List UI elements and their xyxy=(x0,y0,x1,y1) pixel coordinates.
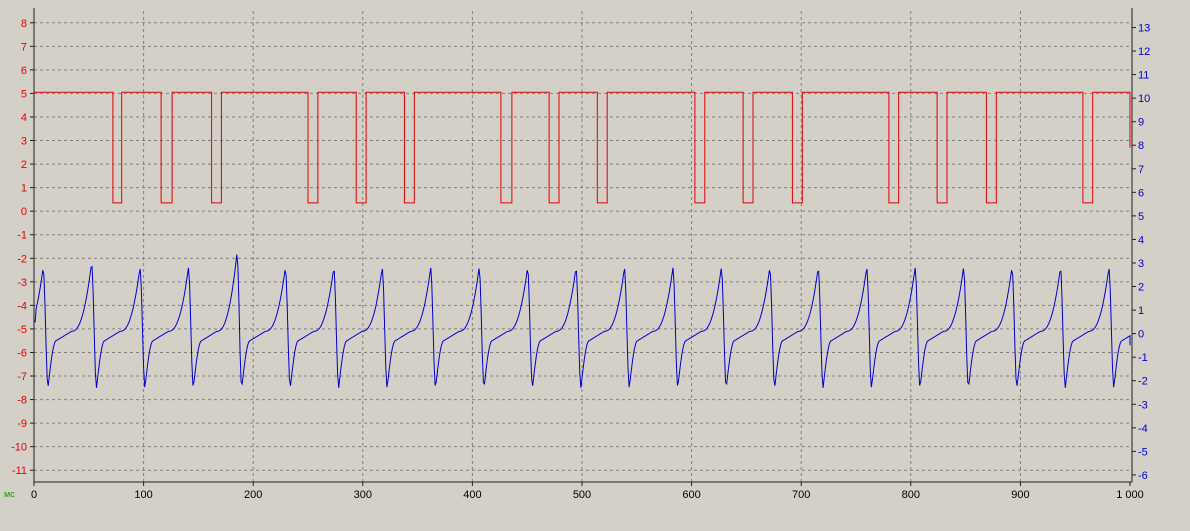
x-tick-label: 600 xyxy=(682,489,700,501)
right-tick-label: -1 xyxy=(1138,352,1148,364)
x-axis-unit-label: мс xyxy=(4,489,15,499)
left-tick-label: -6 xyxy=(17,347,27,359)
left-tick-label: -1 xyxy=(17,230,27,242)
right-axis-ticks: 131211109876543210-1-2-3-4-5-6 xyxy=(1132,22,1150,482)
x-tick-label: 400 xyxy=(463,489,481,501)
x-tick-label: 700 xyxy=(792,489,810,501)
right-tick-label: 7 xyxy=(1138,164,1144,176)
right-tick-label: 0 xyxy=(1138,329,1144,341)
right-tick-label: -4 xyxy=(1138,423,1148,435)
right-tick-label: -3 xyxy=(1138,399,1148,411)
left-tick-label: 8 xyxy=(21,18,27,30)
right-tick-label: 13 xyxy=(1138,22,1150,34)
left-tick-label: -5 xyxy=(17,324,27,336)
x-tick-label: 0 xyxy=(31,489,37,501)
left-tick-label: 1 xyxy=(21,183,27,195)
right-tick-label: 8 xyxy=(1138,140,1144,152)
right-tick-label: 6 xyxy=(1138,187,1144,199)
right-tick-label: 5 xyxy=(1138,211,1144,223)
x-tick-label: 1 000 xyxy=(1116,489,1144,501)
left-tick-label: -9 xyxy=(17,418,27,430)
right-tick-label: 11 xyxy=(1138,70,1149,82)
left-tick-label: 0 xyxy=(21,206,27,218)
right-tick-label: 10 xyxy=(1138,93,1150,105)
right-tick-label: -6 xyxy=(1138,470,1148,482)
x-tick-label: 300 xyxy=(354,489,372,501)
plot-area xyxy=(34,11,1132,482)
x-tick-label: 200 xyxy=(244,489,262,501)
left-tick-label: 4 xyxy=(21,112,27,124)
left-tick-label: 5 xyxy=(21,88,27,100)
x-tick-label: 500 xyxy=(573,489,591,501)
right-tick-label: 4 xyxy=(1138,234,1144,246)
left-axis-ticks: 8 7 6 5 4 3 2 1 0 -1 -2 -3 -4 -5 -6 -7 -8 -9 -10 -11 xyxy=(11,18,34,477)
left-tick-label: -2 xyxy=(17,253,27,265)
left-tick-label: 2 xyxy=(21,159,27,171)
left-tick-label: 6 xyxy=(21,65,27,77)
left-tick-label: 7 xyxy=(21,41,27,53)
right-tick-label: 2 xyxy=(1138,282,1144,294)
right-tick-label: -2 xyxy=(1138,376,1148,388)
left-tick-label: -11 xyxy=(12,465,27,477)
right-tick-label: 9 xyxy=(1138,117,1144,129)
x-tick-label: 100 xyxy=(134,489,152,501)
right-tick-label: 1 xyxy=(1138,305,1144,317)
x-tick-label: 800 xyxy=(902,489,920,501)
left-tick-label: -3 xyxy=(17,277,27,289)
left-tick-label: -4 xyxy=(17,300,27,312)
right-tick-label: 12 xyxy=(1138,46,1150,58)
x-axis-ticks: 0 100 200 300 400 500 600 700 800 900 1 000 xyxy=(31,482,1144,501)
left-tick-label: -10 xyxy=(11,442,27,454)
oscilloscope-chart: 876543210-1-2-3-4-5-6-7-8-9-10-11 131211… xyxy=(4,8,1150,501)
left-tick-label: -8 xyxy=(17,395,27,407)
right-tick-label: 3 xyxy=(1138,258,1144,270)
right-tick-label: -5 xyxy=(1138,446,1148,458)
left-tick-label: 3 xyxy=(21,136,27,148)
x-tick-label: 900 xyxy=(1011,489,1029,501)
left-tick-label: -7 xyxy=(17,371,27,383)
